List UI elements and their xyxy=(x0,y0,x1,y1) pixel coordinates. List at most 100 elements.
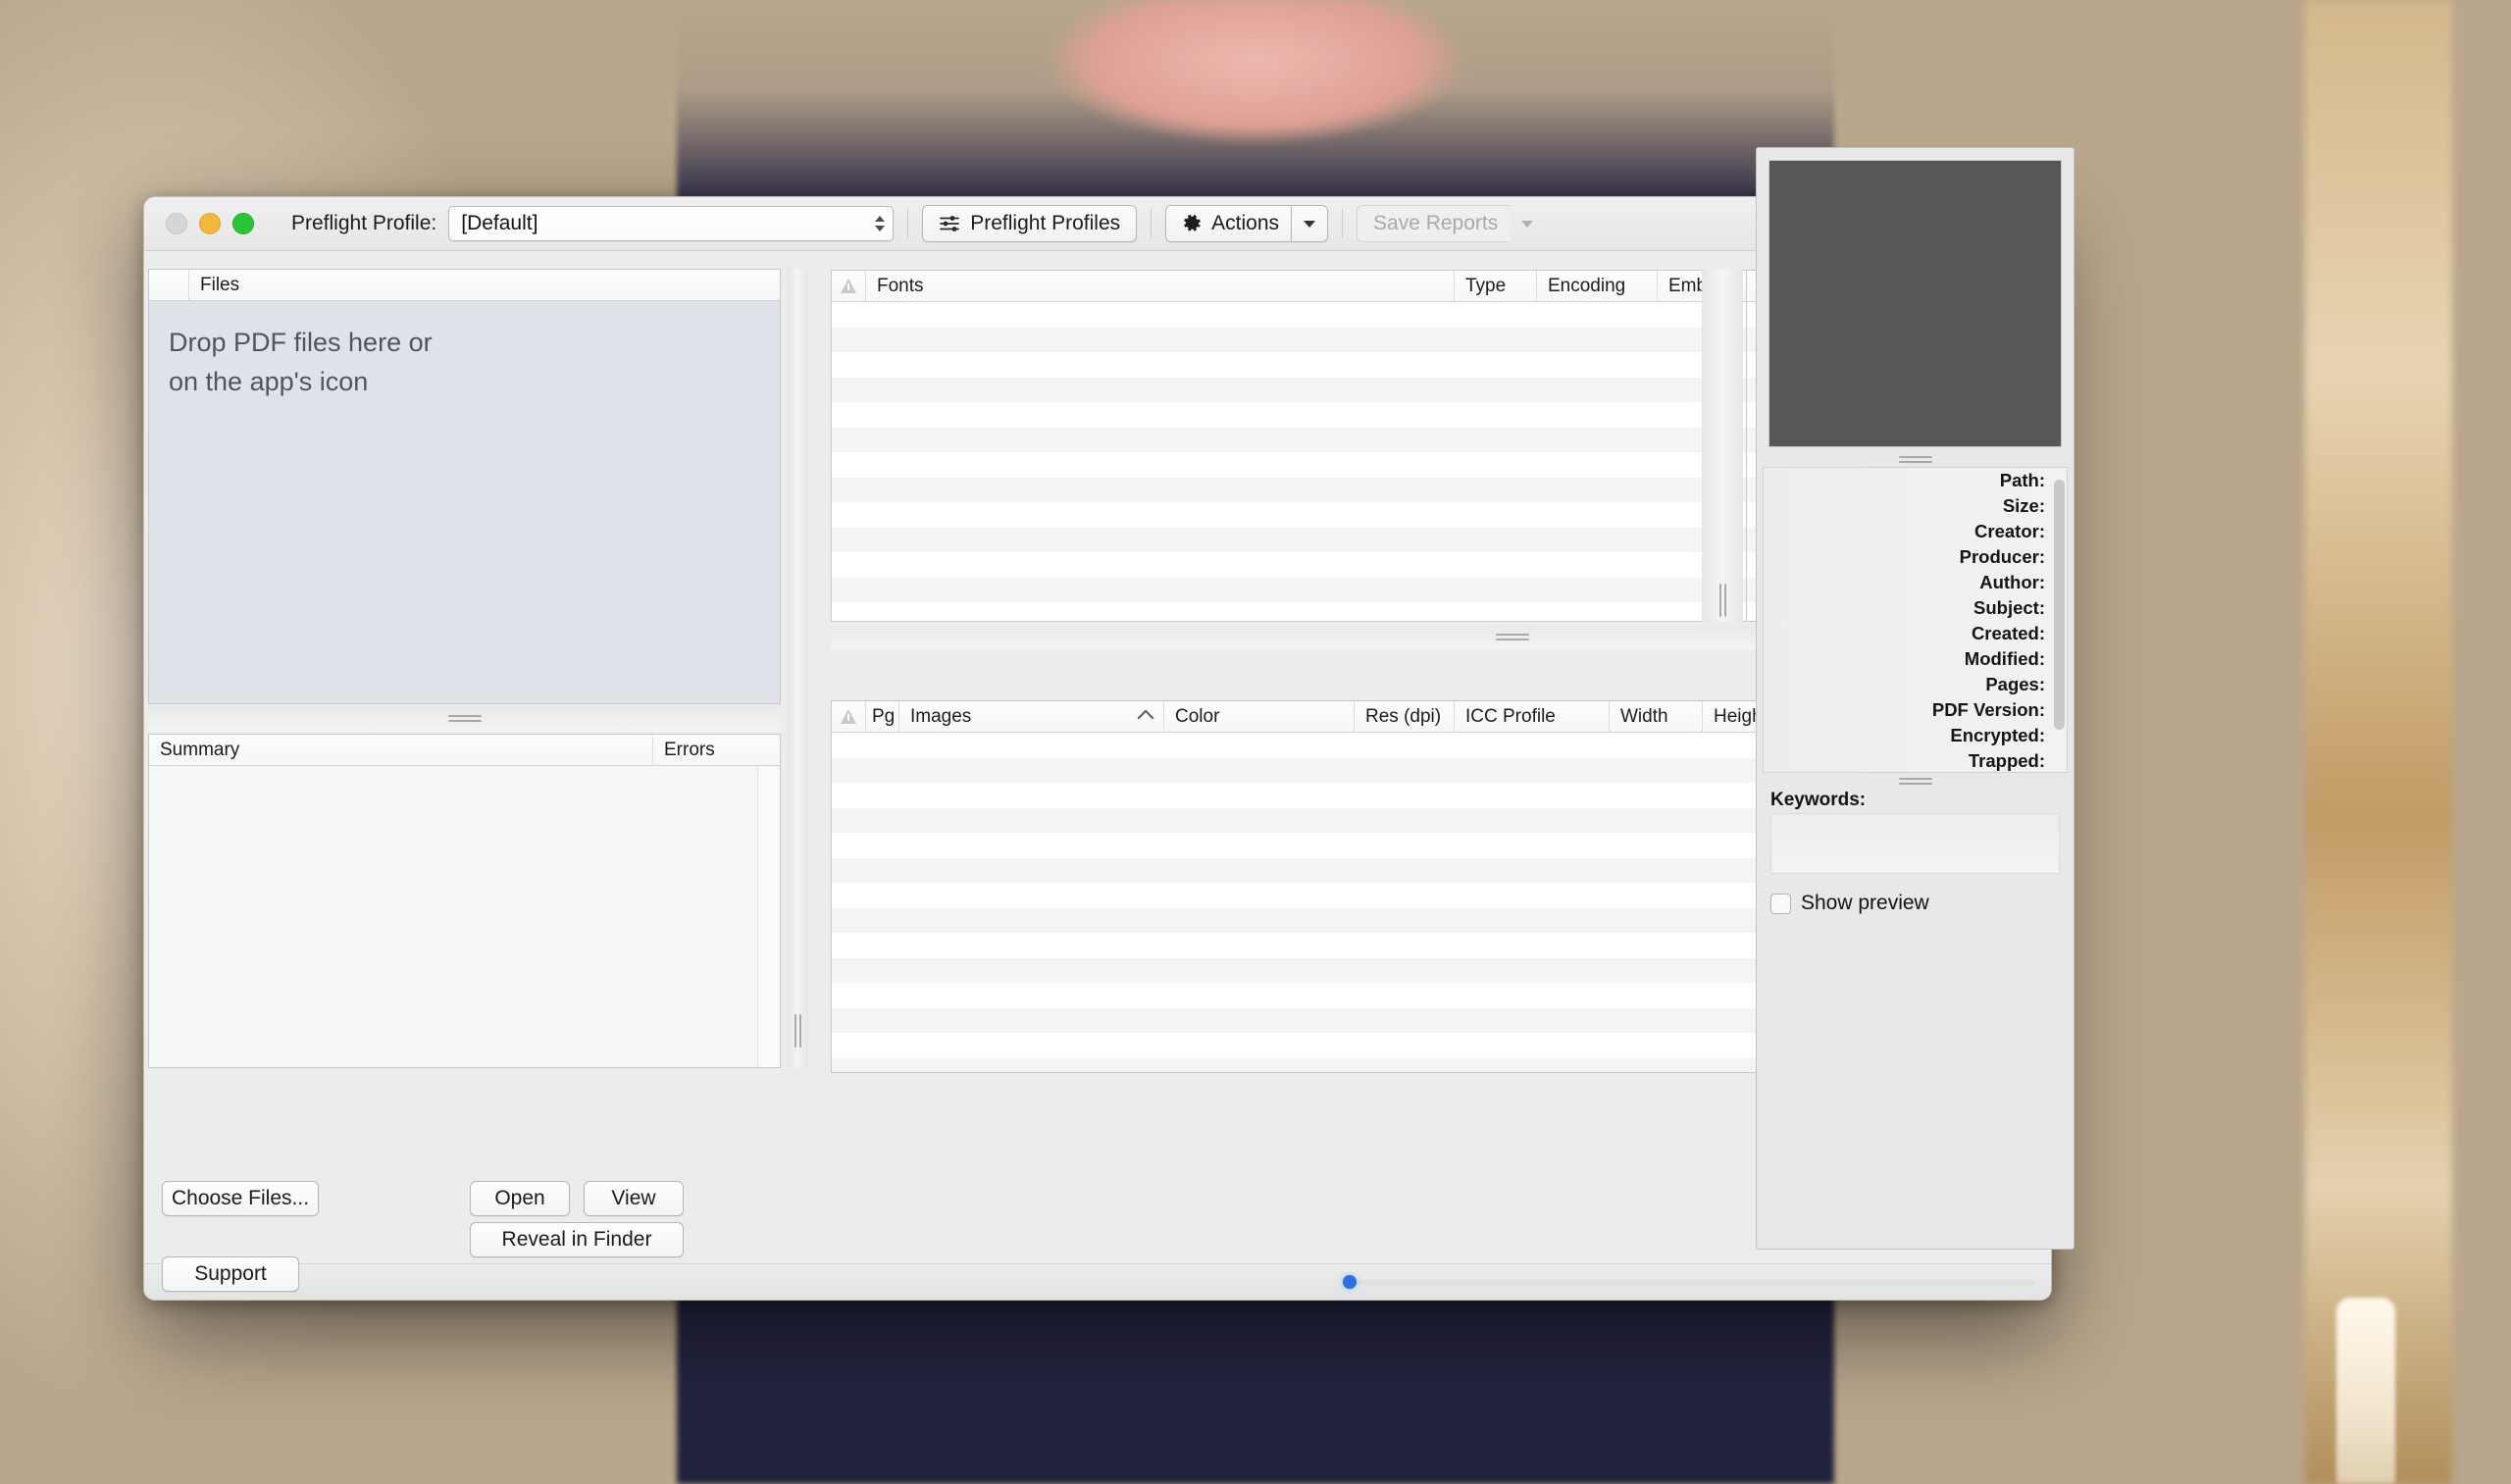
doc-info-field: Path: xyxy=(1999,470,2045,490)
fonts-warning-column[interactable] xyxy=(832,271,865,302)
window-controls xyxy=(166,213,254,234)
doc-info-fields: Path: Size: Creator: Producer: Author: Subjec… xyxy=(1763,467,2068,773)
show-preview-checkbox-row[interactable]: Show preview xyxy=(1770,892,1929,915)
files-summary-splitter[interactable] xyxy=(148,706,781,732)
actions-button[interactable]: Actions xyxy=(1165,205,1292,242)
fonts-column-header[interactable]: Fonts xyxy=(865,271,1454,302)
splitter-grip xyxy=(1898,456,1932,463)
fonts-colorspaces-splitter[interactable] xyxy=(1702,270,1743,622)
minimize-button[interactable] xyxy=(199,213,221,234)
preflight-profile-select[interactable]: [Default] xyxy=(448,206,895,241)
view-button[interactable]: View xyxy=(584,1181,684,1216)
files-icon-column xyxy=(149,270,188,301)
images-panel: Pg Images Color Res (dpi) ICC Profile Wi… xyxy=(831,700,1870,1073)
document-preview-thumbnail xyxy=(1768,160,2062,447)
zoom-button[interactable] xyxy=(232,213,254,234)
decor-pillar-right xyxy=(2305,0,2452,1484)
fonts-rows xyxy=(832,302,1764,621)
progress-indicator xyxy=(1343,1275,1357,1289)
fonts-panel: Fonts Type Encoding Emb xyxy=(831,270,1765,622)
summary-panel: Summary Errors xyxy=(148,734,781,1068)
left-column-splitter[interactable] xyxy=(787,269,808,1068)
doc-info-panel: Path: Size: Creator: Producer: Author: Subjec… xyxy=(1756,147,2075,1250)
files-panel: Files Drop PDF files here or on the app'… xyxy=(148,269,781,704)
keywords-label: Keywords: xyxy=(1770,790,1867,810)
save-reports-dropdown-button[interactable] xyxy=(1510,206,1545,241)
fonts-encoding-column-header[interactable]: Encoding xyxy=(1536,271,1657,302)
doc-info-field: PDF Version: xyxy=(1931,699,2045,720)
toolbar-divider xyxy=(907,209,909,238)
summary-scrollbar[interactable] xyxy=(757,766,780,1067)
doc-info-field: Author: xyxy=(1979,572,2045,592)
close-button[interactable] xyxy=(166,213,187,234)
gear-icon xyxy=(1184,214,1201,231)
reveal-in-finder-button[interactable]: Reveal in Finder xyxy=(470,1222,684,1257)
drop-hint-line-1: Drop PDF files here or xyxy=(169,328,433,357)
images-icc-column-header[interactable]: ICC Profile xyxy=(1454,701,1609,733)
preview-info-splitter[interactable] xyxy=(1757,454,2074,466)
save-reports-split-button: Save Reports xyxy=(1357,205,1545,242)
keywords-input[interactable] xyxy=(1770,813,2060,874)
doc-info-field: Pages: xyxy=(1985,674,2045,694)
stepper-arrows-icon xyxy=(875,216,886,231)
summary-table-header: Summary Errors xyxy=(149,735,780,766)
files-drop-zone[interactable]: Drop PDF files here or on the app's icon xyxy=(149,301,780,703)
preflight-profiles-button[interactable]: Preflight Profiles xyxy=(922,205,1138,242)
actions-split-button: Actions xyxy=(1165,205,1329,242)
status-bar: Support xyxy=(144,1256,2051,1300)
info-keywords-splitter[interactable] xyxy=(1757,776,2074,788)
doc-info-field: Creator: xyxy=(1974,521,2045,541)
doc-info-field: Trapped: xyxy=(1968,750,2045,771)
doc-info-field: Producer: xyxy=(1959,546,2045,567)
choose-files-button[interactable]: Choose Files... xyxy=(162,1181,319,1216)
preflight-profiles-label: Preflight Profiles xyxy=(970,212,1121,234)
splitter-grip xyxy=(787,1014,808,1048)
decor-candle-flame xyxy=(2358,1276,2374,1309)
save-reports-label: Save Reports xyxy=(1373,212,1499,234)
actions-dropdown-button[interactable] xyxy=(1291,205,1329,242)
images-rows xyxy=(832,733,1870,1072)
files-column-header[interactable]: Files xyxy=(188,270,780,301)
summary-column-header[interactable]: Summary xyxy=(149,735,652,766)
doc-info-field: Encrypted: xyxy=(1950,725,2045,745)
splitter-grip xyxy=(1496,634,1529,640)
preflight-profile-value: [Default] xyxy=(461,212,538,234)
show-preview-checkbox[interactable] xyxy=(1770,893,1791,914)
summary-rows xyxy=(149,766,780,1067)
sort-ascending-icon xyxy=(1137,709,1154,726)
sliders-icon xyxy=(940,216,960,231)
images-res-column-header[interactable]: Res (dpi) xyxy=(1354,701,1454,733)
show-preview-label: Show preview xyxy=(1801,892,1929,914)
splitter-grip xyxy=(1702,584,1743,617)
doc-info-field: Modified: xyxy=(1964,648,2045,669)
images-table-header: Pg Images Color Res (dpi) ICC Profile Wi… xyxy=(832,701,1870,733)
preflight-profile-label: Preflight Profile: xyxy=(291,212,437,234)
doc-info-field: Subject: xyxy=(1973,597,2045,618)
fonts-table-header: Fonts Type Encoding Emb xyxy=(832,271,1764,302)
toolbar-divider-2 xyxy=(1151,209,1153,238)
images-name-column-header[interactable]: Images xyxy=(898,701,1163,733)
images-pg-column-header[interactable]: Pg xyxy=(865,701,898,733)
images-width-column-header[interactable]: Width xyxy=(1609,701,1702,733)
splitter-grip xyxy=(1898,778,1932,785)
doc-info-sidebar: Path: Size: Creator: Producer: Author: Subjec… xyxy=(1756,147,2075,1250)
progress-track[interactable] xyxy=(1349,1280,2035,1285)
images-column-label: Images xyxy=(910,705,972,727)
images-warning-column[interactable] xyxy=(832,701,865,733)
chevron-down-icon xyxy=(1521,220,1534,228)
images-color-column-header[interactable]: Color xyxy=(1163,701,1354,733)
save-reports-button[interactable]: Save Reports xyxy=(1357,205,1511,242)
support-button[interactable]: Support xyxy=(162,1256,299,1292)
scrollbar-thumb[interactable] xyxy=(2054,480,2065,730)
actions-label: Actions xyxy=(1211,212,1280,234)
doc-info-field-list: Path: Size: Creator: Producer: Author: Subjec… xyxy=(1764,468,2067,772)
splitter-grip xyxy=(447,715,482,722)
chevron-down-icon xyxy=(1304,220,1316,228)
fonts-type-column-header[interactable]: Type xyxy=(1454,271,1536,302)
open-button[interactable]: Open xyxy=(470,1181,570,1216)
warning-triangle-icon xyxy=(840,709,857,724)
doc-info-field: Size: xyxy=(2002,495,2045,516)
doc-info-field: Created: xyxy=(1971,623,2045,643)
errors-column-header[interactable]: Errors xyxy=(652,735,780,766)
doc-info-scrollbar[interactable] xyxy=(2054,472,2065,770)
